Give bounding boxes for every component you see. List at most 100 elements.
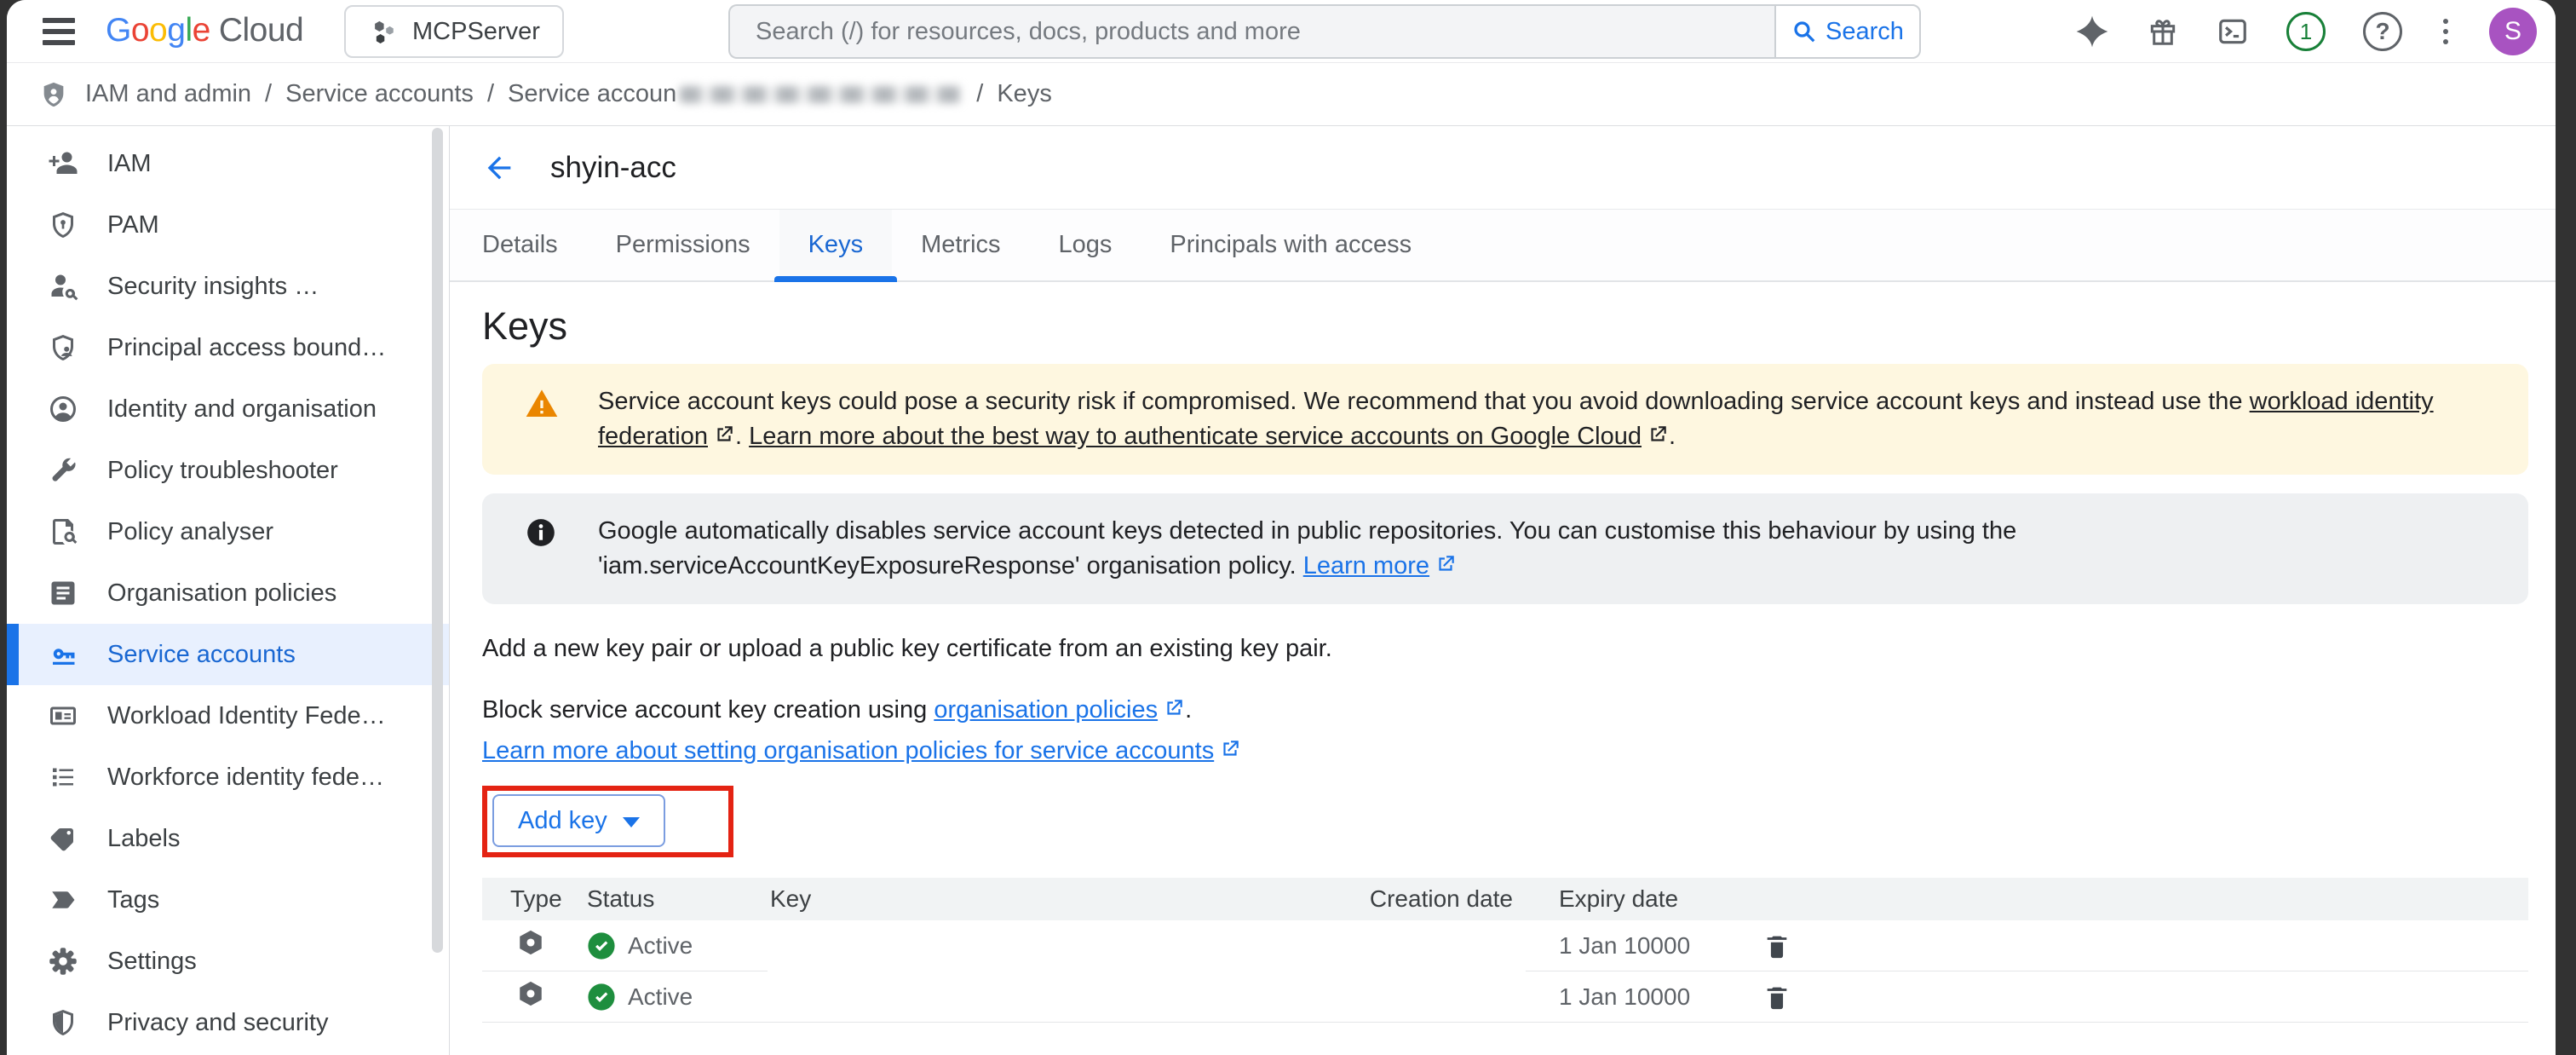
sidebar-item-label: Settings [107,948,197,976]
document-search-icon [48,516,78,547]
external-link-icon[interactable] [1219,738,1241,760]
account-circle-icon [48,394,78,424]
sidebar-item-settings[interactable]: Settings [7,931,449,992]
sidebar-item-organisation-policies[interactable]: Organisation policies [7,562,449,624]
sidebar-item-privacy-security[interactable]: Privacy and security [7,992,449,1053]
column-header-creation-date: Creation date [1359,885,1513,913]
list-icon [48,762,78,793]
account-avatar[interactable]: S [2489,8,2537,55]
tab-details[interactable]: Details [482,210,587,280]
search-field[interactable] [728,4,1774,59]
info-learn-more-link[interactable]: Learn more [1303,552,1429,579]
service-account-key-icon [48,639,78,670]
breadcrumb-keys: Keys [997,80,1051,108]
table-row: Active 1 Jan 10000 [482,971,2528,1023]
shield-person-icon [48,332,78,363]
tab-bar: Details Permissions Keys Metrics Logs Pr… [450,209,2556,282]
external-link-icon[interactable] [1435,551,1457,573]
avatar-initial: S [2504,17,2521,46]
sidebar-item-label: Privacy and security [107,1009,329,1037]
sidebar-item-service-accounts[interactable]: Service accounts [7,624,449,685]
sidebar-item-identity-organisation[interactable]: Identity and organisation [7,378,449,440]
warning-text: Service account keys could pose a securi… [598,384,2498,454]
column-header-status: Status [587,885,745,913]
tab-principals-with-access[interactable]: Principals with access [1141,210,1440,280]
keys-panel: Keys Service account keys could pose a s… [450,282,2556,1055]
status-text: Active [628,932,693,960]
expiry-date-cell: 1 Jan 10000 [1513,983,1711,1011]
sidebar-scrollbar[interactable] [432,128,443,953]
tab-label: Details [482,231,558,259]
sidebar-item-iam[interactable]: IAM [7,133,449,194]
external-link-icon[interactable] [713,421,735,443]
delete-key-button[interactable] [1762,931,1791,960]
sidebar-item-label: Labels [107,825,180,853]
keys-table: Type Status Key Creation date Expiry dat… [482,878,2528,1023]
sidebar-item-tags[interactable]: Tags [7,869,449,931]
hamburger-menu-icon[interactable] [43,16,75,47]
tab-label: Logs [1059,231,1113,259]
sidebar-item-workload-identity-federation[interactable]: Workload Identity Fede… [7,685,449,747]
project-selector[interactable]: MCPServer [344,5,564,58]
breadcrumb-separator: / [265,80,272,108]
sidebar-item-policy-analyser[interactable]: Policy analyser [7,501,449,562]
help-icon[interactable]: ? [2363,12,2402,51]
add-key-label: Add key [518,807,607,835]
search-input[interactable] [756,18,1749,46]
sidebar-item-label: Service accounts [107,641,296,669]
external-link-icon[interactable] [1647,421,1669,443]
block-text-after: . [1185,696,1192,724]
table-header-row: Type Status Key Creation date Expiry dat… [482,878,2528,920]
more-options-icon[interactable] [2440,15,2452,48]
notifications-badge[interactable]: 1 [2286,12,2326,51]
breadcrumb-iam-and-admin[interactable]: IAM and admin [85,80,251,108]
sidebar-item-label: PAM [107,211,159,239]
person-add-icon [48,148,78,179]
google-cloud-logo[interactable]: Google Cloud [106,12,303,49]
sidebar-item-workforce-identity-federation[interactable]: Workforce identity fede… [7,747,449,808]
add-key-button[interactable]: Add key [492,794,665,847]
gemini-sparkle-icon[interactable] [2075,14,2109,49]
tab-label: Permissions [616,231,750,259]
setting-org-policies-link[interactable]: Learn more about setting organisation po… [482,737,1214,764]
sidebar-item-pam[interactable]: PAM [7,194,449,256]
cloud-shell-icon[interactable] [2217,15,2249,48]
sidebar-item-labels[interactable]: Labels [7,808,449,869]
tab-keys[interactable]: Keys [779,210,892,280]
delete-key-button[interactable] [1762,983,1791,1012]
breadcrumb: IAM and admin / Service accounts / Servi… [7,63,2556,126]
wrench-icon [48,455,78,486]
block-key-creation-text: Block service account key creation using… [482,693,2528,727]
gift-icon[interactable] [2147,15,2179,48]
sidebar-item-label: Workload Identity Fede… [107,702,386,730]
sidebar-item-principal-access-boundary[interactable]: Principal access bound… [7,317,449,378]
sidebar-item-label: Principal access bound… [107,334,386,362]
red-annotation-rectangle: Add key [482,786,733,857]
warning-triangle-icon [525,384,559,454]
external-link-icon[interactable] [1163,695,1185,717]
tab-metrics[interactable]: Metrics [892,210,1029,280]
search-icon [1791,19,1817,44]
tab-permissions[interactable]: Permissions [587,210,779,280]
page-header: shyin-acc [450,126,2556,209]
page-title: shyin-acc [550,151,676,185]
logo-letter: G [106,12,131,49]
sidebar-item-policy-troubleshooter[interactable]: Policy troubleshooter [7,440,449,501]
key-status-cell: Active [587,931,745,960]
intro-text: Add a new key pair or upload a public ke… [482,631,2528,666]
org-policies-learn-more-line: Learn more about setting organisation po… [482,737,2528,765]
logo-letter: o [149,12,167,49]
global-search: Search [728,4,1921,59]
organisation-policies-link[interactable]: organisation policies [934,696,1158,724]
tab-logs[interactable]: Logs [1030,210,1141,280]
breadcrumb-service-account[interactable]: Service accoun [508,80,676,108]
key-type-icon [482,979,587,1014]
authenticate-learn-more-link[interactable]: Learn more about the best way to authent… [749,423,1642,450]
search-button[interactable]: Search [1774,4,1921,59]
back-arrow-icon[interactable] [482,151,516,185]
label-tag-icon [48,823,78,854]
info-text: Google automatically disables service ac… [598,514,2498,584]
breadcrumb-service-accounts[interactable]: Service accounts [285,80,474,108]
logo-letter: l [185,12,192,49]
sidebar-item-security-insights[interactable]: Security insights … [7,256,449,317]
